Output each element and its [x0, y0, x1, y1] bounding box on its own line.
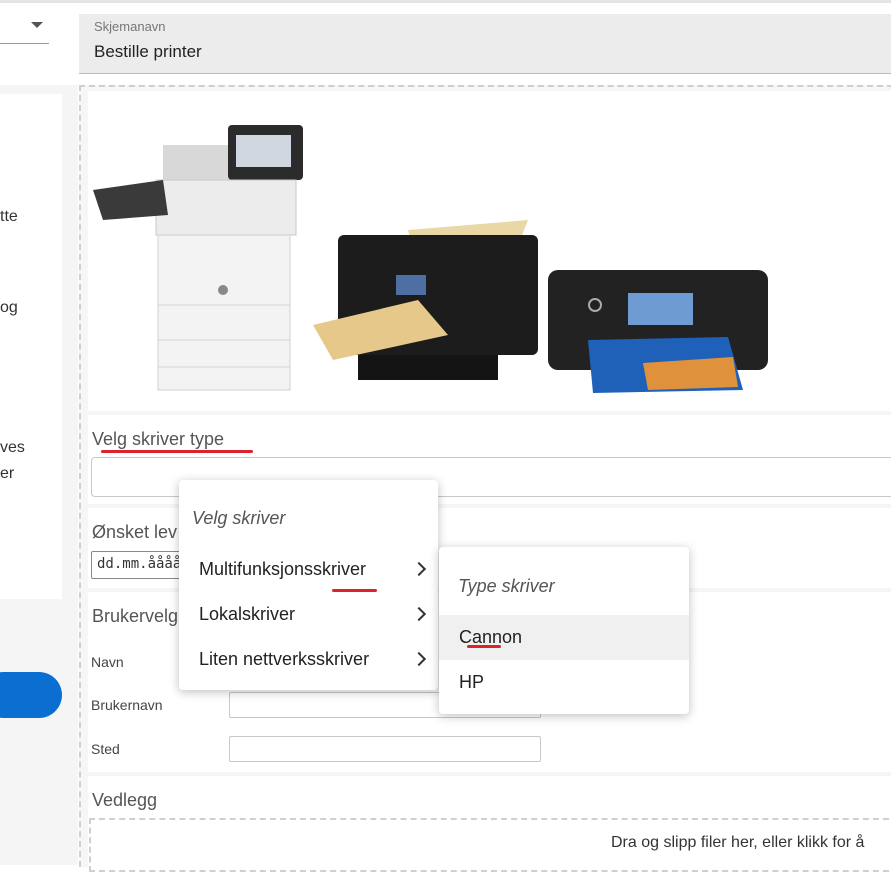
menu-item-label: Lokalskriver	[199, 604, 296, 624]
left-dropdown[interactable]	[0, 14, 49, 44]
printer-type-title: Velg skriver type	[92, 429, 225, 449]
submenu-item-label: HP	[459, 672, 485, 692]
form-panel: Velg skriver type Ønsket lev dd.mm.åååå …	[79, 85, 891, 867]
menu-item-label: Liten nettverksskriver	[199, 649, 370, 669]
menu-item-multifunction[interactable]: Multifunksjonsskriver	[179, 547, 438, 592]
left-text-fragment: ves	[0, 439, 25, 456]
chevron-right-icon	[411, 651, 427, 667]
name-label: Navn	[91, 654, 124, 670]
dropzone-text: Dra og slipp filer her, eller klikk for …	[611, 834, 865, 851]
menu-item-small-network[interactable]: Liten nettverksskriver	[179, 637, 438, 682]
location-input[interactable]	[229, 736, 541, 762]
location-label: Sted	[91, 741, 120, 757]
chevron-right-icon	[411, 561, 427, 577]
schema-name-label: Skjemanavn	[94, 19, 166, 34]
date-placeholder: dd.mm.åååå	[97, 556, 182, 572]
attachments-title: Vedlegg	[92, 790, 158, 810]
printer-type-menu: Velg skriver Multifunksjonsskriver Lokal…	[179, 480, 438, 690]
photo-printer-icon	[548, 270, 768, 393]
delivery-date-title: Ønsket lev	[92, 522, 178, 542]
menu-item-local[interactable]: Lokalskriver	[179, 592, 438, 637]
schema-name-field[interactable]: Skjemanavn Bestille printer	[79, 14, 891, 74]
menu-item-label: Multifunksjonsskriver	[199, 559, 367, 579]
inkjet-printer-icon	[313, 220, 538, 380]
schema-name-value: Bestille printer	[94, 42, 202, 61]
printers-image	[93, 125, 768, 393]
submenu-item-cannon[interactable]: Cannon	[439, 615, 689, 660]
left-text-fragment: tte	[0, 208, 18, 225]
file-dropzone[interactable]: Dra og slipp filer her, eller klikk for …	[89, 818, 891, 872]
printer-brand-submenu: Type skriver Cannon HP	[439, 547, 689, 714]
submenu-item-hp[interactable]: HP	[439, 660, 689, 705]
left-primary-button[interactable]	[0, 672, 62, 718]
left-text-fragment: er	[0, 465, 15, 482]
annotation-underline	[467, 645, 501, 648]
menu-header: Velg skriver	[192, 508, 286, 528]
left-info-card: tte og ves er	[0, 94, 62, 599]
annotation-underline	[101, 450, 253, 453]
username-label: Brukernavn	[91, 697, 163, 713]
user-section-title: Brukervelg	[92, 606, 179, 626]
printer-image-section	[88, 91, 891, 411]
left-text-fragment: og	[0, 299, 18, 316]
top-divider	[0, 0, 891, 3]
multifunction-printer-icon	[93, 125, 303, 391]
chevron-right-icon	[411, 606, 427, 622]
chevron-down-icon	[31, 22, 43, 28]
submenu-header: Type skriver	[458, 576, 555, 596]
